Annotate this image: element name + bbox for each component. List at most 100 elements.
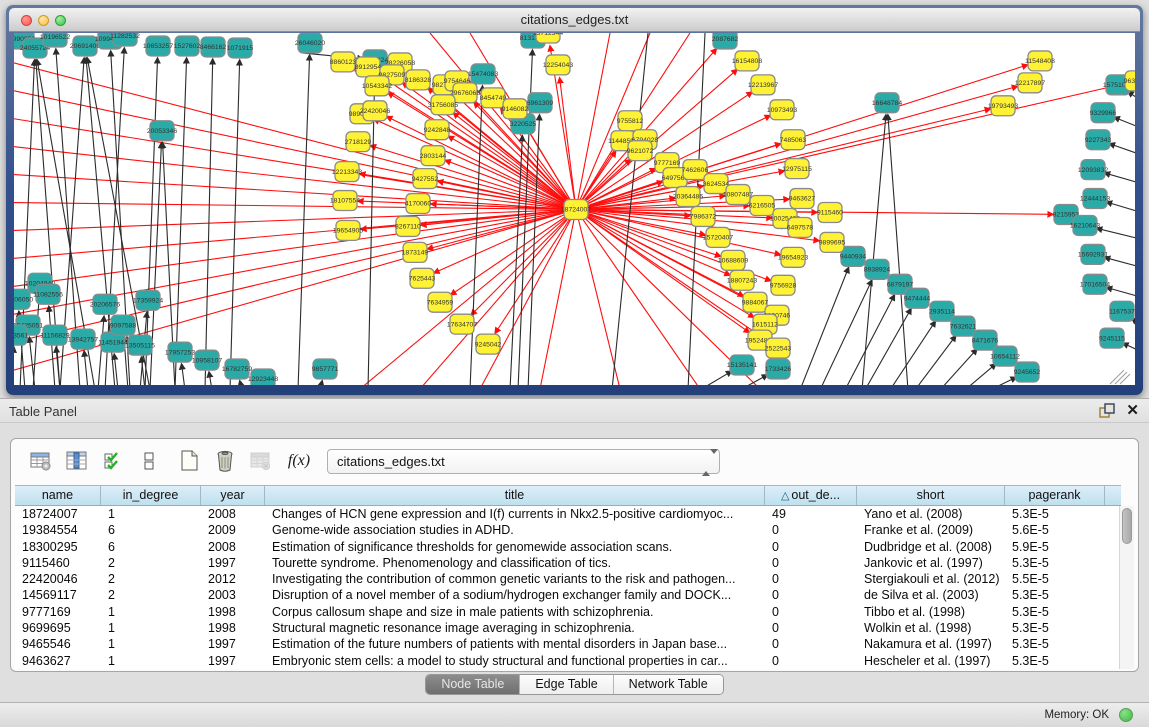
graph-node[interactable]: 19654905 xyxy=(333,220,363,240)
graph-node[interactable]: 15474083 xyxy=(468,64,498,84)
tab-network-table[interactable]: Network Table xyxy=(614,675,723,694)
table-row[interactable]: 969969511998Structural magnetic resonanc… xyxy=(15,620,1121,636)
graph-node[interactable]: 9245652 xyxy=(1014,362,1041,382)
column-header-short[interactable]: short xyxy=(857,486,1005,505)
graph-node[interactable]: 10196522 xyxy=(40,33,70,47)
graph-node[interactable]: 7986372 xyxy=(690,207,717,227)
graph-node[interactable]: 6497578 xyxy=(787,217,814,237)
graph-node[interactable]: 9427552 xyxy=(412,169,439,189)
graph-node[interactable]: 11156829 xyxy=(40,325,69,345)
graph-node[interactable]: 2522543 xyxy=(765,338,792,358)
graph-node[interactable]: 1873149 xyxy=(402,242,429,262)
citation-network-graph[interactable]: 8990052240557241019652220691406109942271… xyxy=(14,33,1135,385)
table-selector-dropdown[interactable]: citations_edges.txt xyxy=(327,449,720,474)
graph-node[interactable]: 8860123 xyxy=(330,52,357,72)
graph-node[interactable]: 6961309 xyxy=(527,93,554,113)
graph-node[interactable]: 16210643 xyxy=(1070,215,1100,235)
graph-node[interactable]: 17634707 xyxy=(447,314,477,334)
graph-node[interactable]: 15135141 xyxy=(727,355,757,375)
graph-node[interactable]: 1167537 xyxy=(1109,301,1135,321)
graph-node[interactable]: 18107554 xyxy=(330,191,360,211)
graph-node[interactable]: 9245042 xyxy=(475,334,502,354)
graph-node[interactable]: 9637292 xyxy=(1124,71,1135,91)
graph-node[interactable]: 12444153 xyxy=(1080,189,1110,209)
scrollbar-thumb[interactable] xyxy=(1122,508,1132,544)
graph-node[interactable]: 9463627 xyxy=(789,189,816,209)
graph-node[interactable]: 9097588 xyxy=(110,315,137,335)
table-row[interactable]: 946362711997Embryonic stem cells: a mode… xyxy=(15,653,1121,669)
graph-node[interactable]: 9857771 xyxy=(312,359,339,379)
graph-node[interactable]: 10653257 xyxy=(143,36,173,56)
table-row[interactable]: 2242004622012Investigating the contribut… xyxy=(15,571,1121,587)
table-row[interactable]: 1938455462009Genome-wide association stu… xyxy=(15,522,1121,538)
graph-node[interactable]: 10654112 xyxy=(990,346,1020,366)
column-header-title[interactable]: title xyxy=(265,486,765,505)
graph-node[interactable]: 11082556 xyxy=(33,284,63,304)
graph-node[interactable]: 9329966 xyxy=(1090,103,1117,123)
graph-node[interactable]: 26046020 xyxy=(295,33,325,53)
table-settings-icon[interactable] xyxy=(27,446,55,476)
graph-node[interactable]: 10973493 xyxy=(767,100,797,120)
graph-node[interactable]: 9621072 xyxy=(627,141,654,161)
graph-node[interactable]: 16648784 xyxy=(872,93,902,113)
graph-node[interactable]: 9245115 xyxy=(1099,328,1125,348)
column-header-name[interactable]: name xyxy=(15,486,101,505)
graph-node[interactable]: 15712344 xyxy=(533,33,563,43)
graph-node[interactable]: 7485063 xyxy=(780,130,807,150)
graph-node[interactable]: 22420046 xyxy=(360,101,390,121)
graph-node[interactable]: 18724007 xyxy=(561,200,591,220)
column-header-year[interactable]: year xyxy=(201,486,265,505)
graph-node[interactable]: 12975115 xyxy=(782,159,812,179)
graph-node[interactable]: 12213343 xyxy=(332,162,362,182)
window-titlebar[interactable]: citations_edges.txt xyxy=(9,8,1140,32)
graph-node[interactable]: 7634959 xyxy=(427,292,454,312)
function-builder-icon[interactable]: f(x) xyxy=(285,446,313,476)
graph-node[interactable]: 9899695 xyxy=(819,232,846,252)
graph-node[interactable]: 8466162 xyxy=(200,37,227,57)
graph-node[interactable]: 1071915 xyxy=(227,38,254,58)
table-row[interactable]: 911546021997Tourette syndrome. Phenomeno… xyxy=(15,555,1121,571)
graph-node[interactable]: 13942757 xyxy=(68,329,98,349)
graph-node[interactable]: 4170060 xyxy=(405,194,432,214)
table-row[interactable]: 1456911722003Disruption of a novel membe… xyxy=(15,587,1121,603)
show-column-icon[interactable] xyxy=(63,446,91,476)
graph-node[interactable]: 12213967 xyxy=(748,75,778,95)
graph-node[interactable]: 17359924 xyxy=(133,290,163,310)
graph-node[interactable]: 9146082 xyxy=(502,99,529,119)
delete-icon[interactable] xyxy=(211,446,239,476)
graph-node[interactable]: 8938924 xyxy=(864,259,891,279)
graph-node[interactable]: 11282532 xyxy=(110,33,140,46)
graph-node[interactable]: 12254043 xyxy=(543,55,573,75)
graph-node[interactable]: 13505115 xyxy=(125,335,155,355)
graph-node[interactable]: 2718129 xyxy=(345,132,372,152)
table-row[interactable]: 977716911998Corpus callosum shape and si… xyxy=(15,604,1121,620)
graph-node[interactable]: 10958107 xyxy=(192,350,222,370)
close-icon[interactable]: ✕ xyxy=(1126,402,1139,420)
table-row[interactable]: 1872400712008Changes of HCN gene express… xyxy=(15,506,1121,522)
graph-node[interactable]: 19654923 xyxy=(778,247,808,267)
graph-node[interactable]: 7632621 xyxy=(950,316,977,336)
graph-node[interactable]: 9755812 xyxy=(617,111,644,131)
graph-node[interactable]: 20364486 xyxy=(673,187,703,207)
graph-node[interactable]: 6216505 xyxy=(749,196,776,216)
graph-node[interactable]: 15720407 xyxy=(703,227,733,247)
table-vertical-scrollbar[interactable] xyxy=(1119,506,1134,669)
graph-node[interactable]: 16154808 xyxy=(732,51,762,71)
graph-node[interactable]: 7625443 xyxy=(409,268,436,288)
graph-node[interactable]: 18807243 xyxy=(727,270,757,290)
graph-node[interactable]: 8267110 xyxy=(395,216,421,236)
graph-node[interactable]: 9227343 xyxy=(1085,130,1112,150)
graph-node[interactable]: 19793493 xyxy=(988,96,1018,116)
graph-node[interactable]: 2803144 xyxy=(420,146,447,166)
network-canvas[interactable]: 8990052240557241019652220691406109942271… xyxy=(14,33,1135,385)
graph-node[interactable]: 1527602 xyxy=(174,36,201,56)
new-column-icon[interactable] xyxy=(175,446,203,476)
graph-node[interactable]: 9756928 xyxy=(770,275,797,295)
graph-node[interactable]: 10688609 xyxy=(718,250,748,270)
graph-node[interactable]: 12093832 xyxy=(1078,160,1108,180)
graph-node[interactable]: 3913561 xyxy=(14,325,28,345)
graph-node[interactable]: 10543342 xyxy=(362,76,392,96)
graph-node[interactable]: 9115460 xyxy=(817,203,843,223)
tab-edge-table[interactable]: Edge Table xyxy=(520,675,613,694)
graph-node[interactable]: 1733426 xyxy=(765,359,792,379)
